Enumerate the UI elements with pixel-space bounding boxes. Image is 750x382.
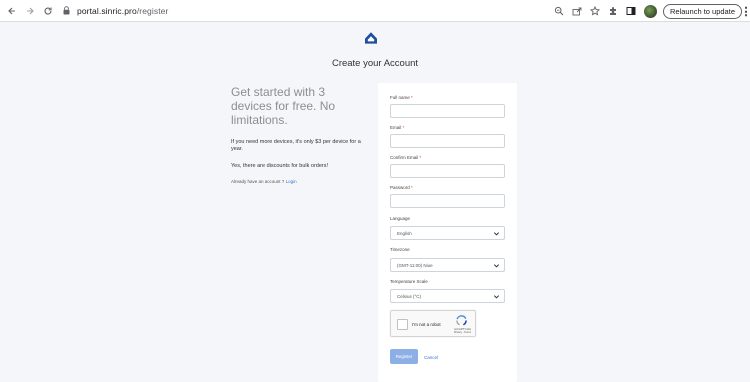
email-label: Email * (390, 125, 404, 130)
temperature-value: Celsius (°C) (397, 293, 422, 299)
email-label-text: Email (390, 125, 402, 130)
forward-icon[interactable] (21, 2, 39, 20)
temperature-select[interactable]: Celsius (°C) (390, 289, 505, 303)
reload-icon[interactable] (39, 2, 57, 20)
relaunch-button[interactable]: Relaunch to update (662, 3, 742, 19)
password-input[interactable] (390, 194, 505, 208)
extensions-icon[interactable] (604, 2, 622, 20)
star-icon[interactable] (586, 2, 604, 20)
language-value: English (397, 230, 412, 236)
profile-avatar[interactable] (643, 4, 657, 18)
chevron-down-icon (493, 295, 500, 299)
menu-kebab-icon[interactable]: ⋮ (741, 2, 750, 20)
register-form-card: Full name * Email * Confirm Email * Pass… (378, 83, 517, 382)
fullname-label-text: Full name (390, 95, 410, 100)
browser-toolbar: portal.sinric.pro/register Relaunch to u… (0, 0, 750, 22)
recaptcha-text: I'm not a robot (412, 322, 441, 327)
language-label: Language (390, 216, 411, 221)
side-panel-icon[interactable] (622, 2, 640, 20)
cancel-link[interactable]: Cancel (424, 355, 438, 360)
recaptcha-widget: I'm not a robot reCAPTCHA Privacy - Term… (390, 310, 476, 337)
share-icon[interactable] (568, 2, 586, 20)
required-mark: * (411, 185, 413, 190)
confirm-email-input[interactable] (390, 164, 505, 178)
timezone-value: (GMT-11:00) Niue (397, 262, 433, 268)
url-text: portal.sinric.pro/register (77, 6, 168, 16)
fullname-input[interactable] (390, 104, 505, 118)
timezone-select[interactable]: (GMT-11:00) Niue (390, 258, 505, 272)
chevron-down-icon (493, 232, 500, 236)
login-link[interactable]: Login (286, 179, 297, 184)
password-label: Password * (390, 185, 413, 190)
back-icon[interactable] (3, 2, 21, 20)
timezone-label: Timezone (390, 247, 410, 252)
password-label-text: Password (390, 185, 410, 190)
intro-bulk: Yes, there are discounts for bulk orders… (231, 163, 329, 169)
required-mark: * (402, 125, 405, 130)
already-text: Already have an account ? (231, 179, 285, 184)
intro-headline: Get started with 3 devices for free. No … (231, 85, 336, 127)
register-button[interactable]: Register (390, 349, 418, 364)
intro-more-devices: If you need more devices, it's only $3 p… (231, 139, 361, 152)
email-input[interactable] (390, 134, 505, 148)
zoom-icon[interactable] (550, 2, 568, 20)
language-select[interactable]: English (390, 226, 505, 240)
recaptcha-checkbox[interactable] (397, 319, 408, 330)
required-mark: * (419, 155, 422, 160)
url-domain: portal.sinric.pro (77, 5, 137, 16)
chevron-down-icon (493, 264, 500, 268)
required-mark: * (411, 95, 413, 100)
address-bar[interactable]: portal.sinric.pro/register (61, 2, 168, 20)
intro-section: Get started with 3 devices for free. No … (231, 85, 366, 184)
recaptcha-links[interactable]: Privacy - Terms (454, 331, 471, 334)
already-account: Already have an account ? Login (231, 179, 366, 184)
browser-right-tools: Relaunch to update ⋮ (550, 0, 750, 22)
confirm-email-label: Confirm Email * (390, 155, 421, 160)
lock-icon (61, 6, 71, 16)
page-title: Create your Account (331, 58, 419, 69)
sinric-logo-icon (364, 31, 378, 45)
recaptcha-icon (456, 315, 467, 326)
confirm-email-label-text: Confirm Email (390, 155, 419, 160)
url-path: /register (136, 5, 169, 16)
fullname-label: Full name * (390, 95, 413, 100)
temperature-label: Temperature Scale (390, 279, 428, 284)
